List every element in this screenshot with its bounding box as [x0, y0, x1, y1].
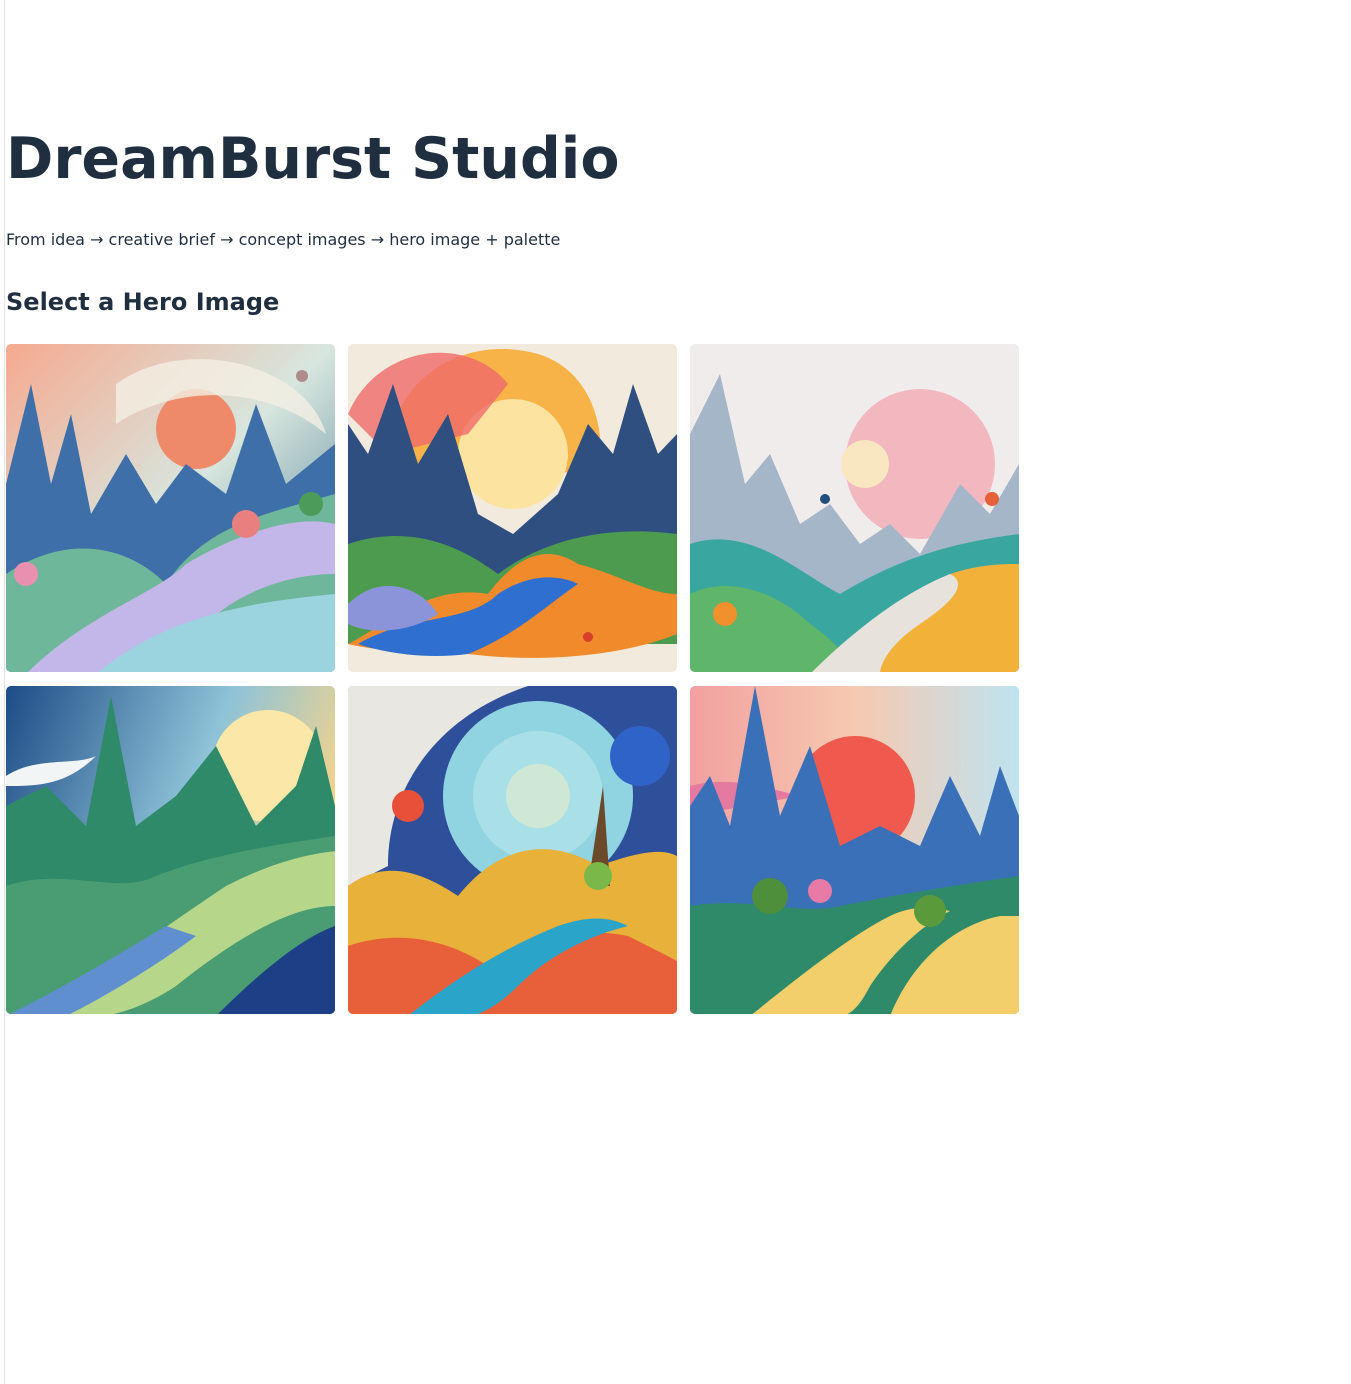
landscape-image-1	[6, 344, 335, 672]
landscape-image-6	[690, 686, 1019, 1014]
hero-image-grid	[6, 344, 1019, 1014]
landscape-image-2	[348, 344, 677, 672]
landscape-image-3	[690, 344, 1019, 672]
hero-image-option-3[interactable]	[690, 344, 1019, 672]
landscape-image-5	[348, 686, 677, 1014]
gallery-heading: Select a Hero Image	[6, 288, 280, 316]
hero-image-option-1[interactable]	[6, 344, 335, 672]
hero-image-option-4[interactable]	[6, 686, 335, 1014]
hero-image-option-2[interactable]	[348, 344, 677, 672]
landscape-image-4	[6, 686, 335, 1014]
page-subtitle: From idea → creative brief → concept ima…	[6, 230, 561, 249]
hero-image-option-5[interactable]	[348, 686, 677, 1014]
hero-image-option-6[interactable]	[690, 686, 1019, 1014]
page-title: DreamBurst Studio	[6, 126, 620, 192]
left-border	[4, 0, 5, 1384]
